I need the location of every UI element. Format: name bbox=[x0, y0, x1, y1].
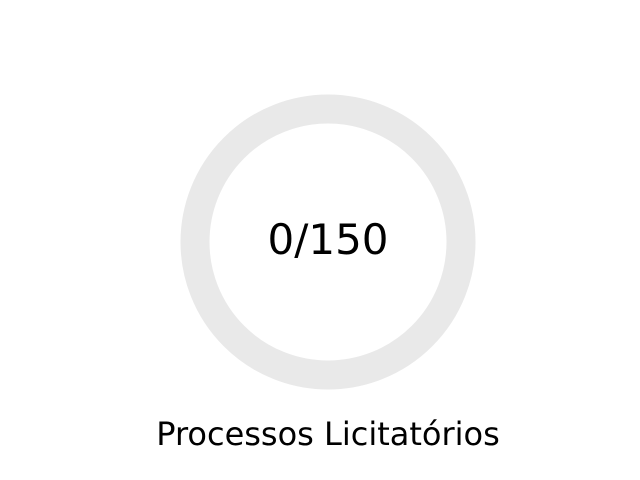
progress-label: Processos Licitatórios bbox=[156, 415, 500, 453]
progress-widget: 0/150 Processos Licitatórios bbox=[0, 0, 640, 480]
progress-value-text: 0/150 bbox=[267, 215, 389, 264]
progress-ring: 0/150 bbox=[180, 94, 476, 390]
progress-value: 0/150 bbox=[180, 94, 476, 390]
